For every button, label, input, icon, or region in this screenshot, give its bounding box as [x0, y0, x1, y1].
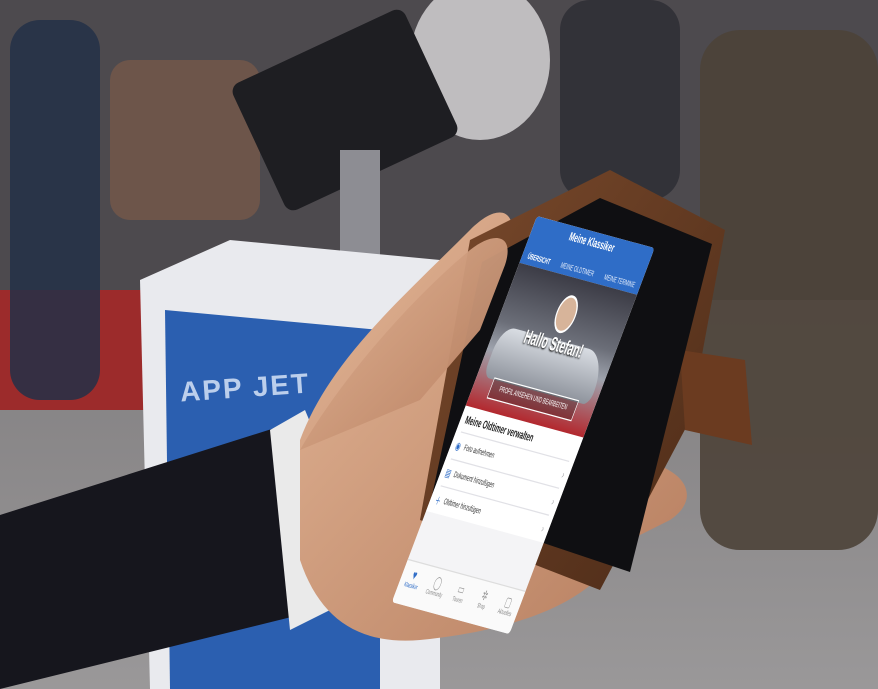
- tabbar-label: Touren: [450, 595, 464, 606]
- tabbar-label: Shop: [475, 602, 486, 612]
- avatar[interactable]: [549, 292, 583, 336]
- photo-scene: APP JET Meine Klassiker ÜBERSICHT MEINE …: [0, 0, 878, 689]
